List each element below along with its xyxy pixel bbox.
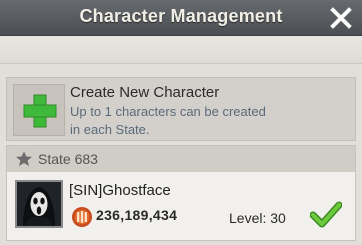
create-new-character-button[interactable]: Create New Character Up to 1 characters … bbox=[6, 77, 356, 141]
ghostface-portrait-icon bbox=[17, 182, 61, 226]
level-label: Level: 30 bbox=[229, 210, 286, 226]
create-title: Create New Character bbox=[70, 84, 220, 101]
state-label: State 683 bbox=[38, 151, 98, 167]
star-icon bbox=[16, 151, 32, 167]
state-header: State 683 bbox=[7, 146, 355, 172]
plus-icon bbox=[23, 94, 57, 128]
power-value: 236,189,434 bbox=[96, 207, 178, 223]
checkmark-icon bbox=[310, 201, 342, 228]
create-description: Up to 1 characters can be created in eac… bbox=[70, 104, 266, 137]
plus-tile bbox=[13, 84, 65, 136]
header-bar: Character Management bbox=[0, 0, 362, 36]
character-name: [SIN]Ghostface bbox=[69, 182, 171, 199]
character-row[interactable]: [SIN]Ghostface 236,189,434 Level: 30 bbox=[7, 172, 355, 240]
power-crest-icon bbox=[72, 207, 92, 227]
close-x-icon bbox=[330, 7, 352, 29]
state-character-list: State 683 [SIN]Ghostface 236,189,434 Lev… bbox=[6, 145, 356, 241]
page-title: Character Management bbox=[79, 6, 283, 26]
avatar bbox=[15, 180, 63, 228]
close-button[interactable] bbox=[330, 7, 352, 29]
panel-top-strip bbox=[0, 36, 362, 64]
